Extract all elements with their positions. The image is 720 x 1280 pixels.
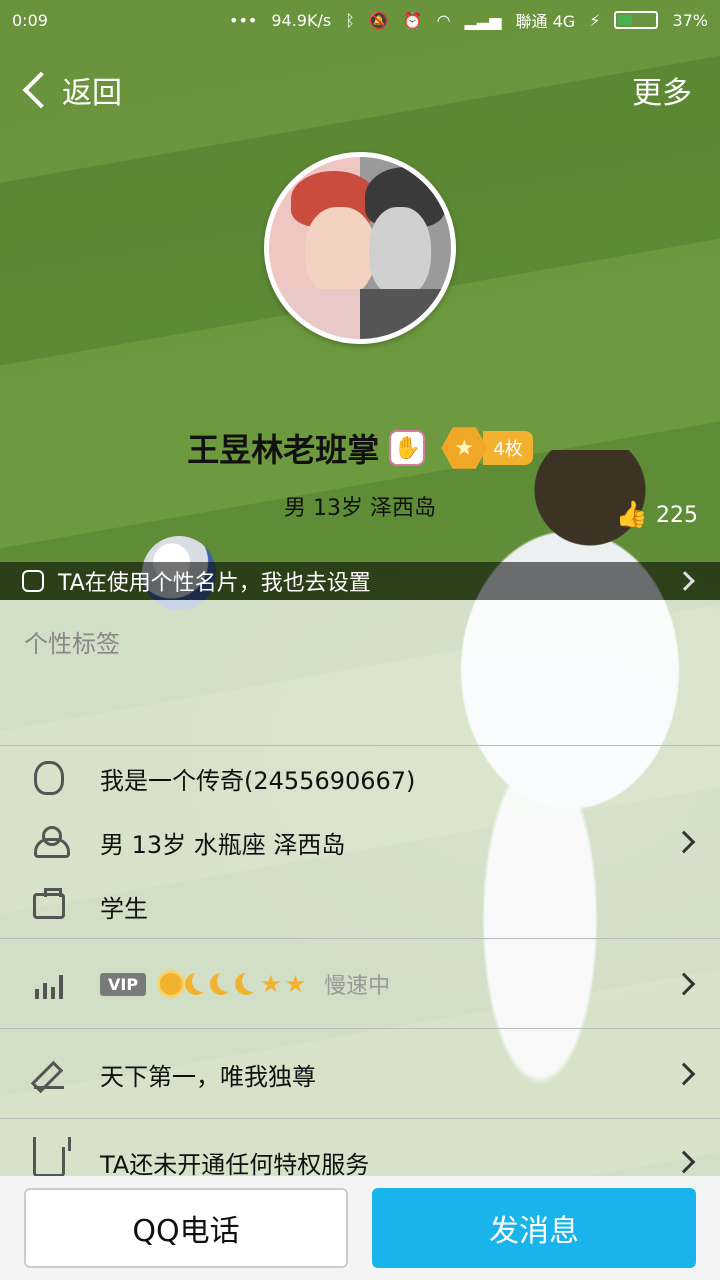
star-icon: ★ (260, 970, 282, 998)
card-banner[interactable]: TA在使用个性名片，我也去设置 (0, 562, 720, 600)
charging-icon: ⚡ (589, 10, 601, 30)
like-count: 225 (656, 502, 698, 528)
profile-name: 王昱林老班掌 (187, 431, 380, 469)
battery-icon (614, 11, 659, 29)
wave-hand-icon[interactable]: ✋ (389, 430, 426, 466)
divider (0, 938, 720, 939)
pencil-icon (32, 1057, 66, 1091)
chevron-right-icon (672, 1062, 696, 1086)
qq-icon (32, 761, 66, 795)
status-bar: 0:09 ••• 94.9K/s ᛒ 🔕 ⏰ ◠ ▂▃▅ 聯通 4G ⚡ 37% (0, 0, 720, 40)
avatar-face-left (305, 207, 375, 297)
level-icons: ★ ★ (160, 970, 307, 998)
back-label: 返回 (62, 76, 122, 111)
vip-level-row[interactable]: VIP ★ ★ 慢速中 (0, 952, 720, 1016)
user-icon (32, 825, 70, 859)
status-time: 0:09 (12, 10, 48, 30)
avatar-shirt (269, 289, 451, 339)
signal-icon: ▂▃▅ (464, 10, 502, 30)
chevron-right-icon (672, 972, 696, 996)
star-icon: ★ (284, 970, 307, 998)
speed-status: 慢速中 (324, 974, 391, 999)
profile-summary: 男 13岁 泽西岛 (284, 496, 436, 521)
basic-info-row[interactable]: 男 13岁 水瓶座 泽西岛 (0, 810, 720, 874)
crown-icon (32, 1137, 71, 1179)
chevron-right-icon (672, 830, 696, 854)
sun-icon (160, 973, 183, 995)
status-carrier: 聯通 4G (515, 12, 576, 31)
chevron-right-icon (672, 1150, 696, 1174)
more-dots-icon: ••• (229, 10, 258, 30)
qq-call-button[interactable]: QQ电话 (24, 1188, 348, 1268)
qq-account-text: 我是一个传奇(2455690667) (100, 766, 416, 795)
chevron-left-icon (22, 71, 60, 109)
vip-badge: VIP (100, 972, 147, 996)
medal-star-icon: ★ (441, 427, 488, 469)
send-message-button[interactable]: 发消息 (372, 1188, 696, 1268)
basic-info-text: 男 13岁 水瓶座 泽西岛 (100, 830, 346, 859)
occupation-text: 学生 (100, 894, 148, 923)
more-button[interactable]: 更多 (632, 58, 692, 122)
name-row: 王昱林老班掌 ✋ ★ 4枚 (0, 420, 720, 476)
like-button[interactable]: 👍 225 (616, 500, 698, 530)
card-icon (22, 570, 44, 592)
moon-icon (235, 973, 257, 995)
status-right: ••• 94.9K/s ᛒ 🔕 ⏰ ◠ ▂▃▅ 聯通 4G ⚡ 37% (229, 8, 708, 32)
briefcase-icon (32, 888, 66, 923)
status-speed: 94.9K/s (271, 10, 332, 30)
top-nav: 返回 更多 (0, 58, 720, 122)
avatar-face-right (369, 207, 431, 297)
privilege-text: TA还未开通任何特权服务 (100, 1150, 370, 1179)
banner-text: TA在使用个性名片，我也去设置 (58, 571, 371, 596)
qq-account-row: 我是一个传奇(2455690667) (0, 746, 720, 810)
bottom-action-bar: QQ电话 发消息 (0, 1176, 720, 1280)
wifi-icon: ◠ (436, 10, 451, 30)
tags-title: 个性标签 (24, 630, 120, 658)
vip-level-content: VIP ★ ★ 慢速中 (100, 968, 390, 1000)
occupation-row: 学生 (0, 874, 720, 938)
level-bars-icon (32, 967, 66, 1001)
alarm-icon: ⏰ (402, 10, 423, 30)
moon-icon (210, 973, 232, 995)
bluetooth-icon: ᛒ (345, 10, 355, 30)
signature-row[interactable]: 天下第一，唯我独尊 (0, 1042, 720, 1106)
mute-icon: 🔕 (368, 10, 389, 30)
divider (0, 1118, 720, 1119)
chevron-right-icon (675, 571, 695, 591)
medal-badge[interactable]: ★ 4枚 (441, 425, 533, 471)
signature-text: 天下第一，唯我独尊 (100, 1062, 316, 1091)
divider (0, 1028, 720, 1029)
back-button[interactable]: 返回 (18, 58, 122, 122)
battery-percent: 37% (672, 10, 708, 30)
moon-icon (185, 973, 207, 995)
profile-details: 个性标签 我是一个传奇(2455690667) 男 13岁 水瓶座 泽西岛 学生… (0, 600, 720, 1179)
medal-count: 4枚 (483, 431, 533, 465)
avatar[interactable] (264, 152, 456, 344)
thumb-up-icon: 👍 (615, 500, 648, 530)
